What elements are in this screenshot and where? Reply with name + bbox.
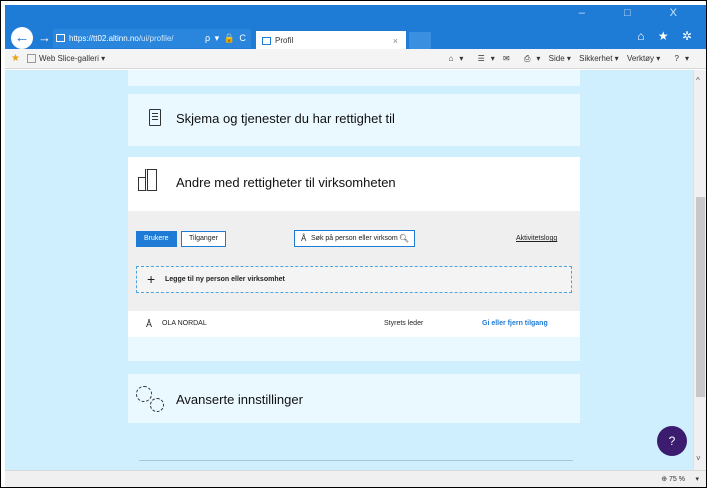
side-menu[interactable]: Side ▾	[549, 54, 571, 63]
verktoy-menu[interactable]: Verktøy ▾	[627, 54, 660, 63]
home-icon: ⌂	[448, 54, 454, 63]
site-favicon-icon	[56, 34, 65, 42]
tab-title: Profil	[275, 36, 294, 45]
url-path: /ui/profile/	[138, 34, 174, 43]
print-menu[interactable]: ⎙ ▾	[518, 54, 540, 63]
home-favorites-settings-icons[interactable]: ⌂ ★ ✲	[637, 29, 697, 43]
table-row: Å OLA NORDAL Styrets leder Gi eller fjer…	[128, 313, 580, 335]
help-menu[interactable]: ? ▾	[669, 54, 689, 63]
forward-button[interactable]: →	[38, 27, 51, 49]
document-icon	[149, 109, 161, 126]
address-tools[interactable]: ρ ▾ 🔒 C	[205, 29, 247, 48]
gears-icon	[136, 386, 166, 414]
divider	[139, 460, 573, 461]
search-placeholder: Søk på person eller virksom	[311, 235, 398, 242]
rights-panel: Brukere Tilganger Å Søk på person eller …	[128, 211, 580, 311]
feed-icon: ☰	[477, 54, 485, 63]
mail-icon[interactable]: ✉	[503, 54, 510, 63]
section-title-avansert: Avanserte innstillinger	[176, 392, 303, 407]
feed-menu[interactable]: ☰ ▾	[472, 54, 495, 63]
section-avansert[interactable]: Avanserte innstillinger	[128, 374, 580, 423]
home-menu[interactable]: ⌂ ▾	[443, 54, 464, 63]
command-bar-menu: ⌂ ▾ ☰ ▾ ✉ ⎙ ▾ Side ▾ Sikkerhet ▾ Verktøy ▾ …	[437, 49, 689, 69]
aktivitetslogg-link[interactable]: Aktivitetslogg	[516, 235, 557, 242]
zoom-level[interactable]: ⊕ 75 %	[661, 471, 685, 487]
add-person-label: Legge til ny person eller virksomhet	[165, 276, 285, 283]
feed-dropdown: ▾	[490, 54, 495, 63]
help-button[interactable]: ?	[657, 426, 687, 456]
help-circle-icon: ?	[674, 54, 679, 63]
section-andre: Andre med rettigheter til virksomheten B…	[128, 157, 580, 361]
gi-fjern-tilgang-link[interactable]: Gi eller fjern tilgang	[482, 313, 548, 335]
brukere-button[interactable]: Brukere	[136, 231, 177, 247]
url-host: https://tt02.altinn.no	[69, 34, 139, 43]
star-icon[interactable]: ★	[11, 49, 20, 69]
zoom-dropdown-icon[interactable]: ▾	[695, 471, 699, 487]
section-skjema[interactable]: Skjema og tjenester du har rettighet til	[128, 94, 580, 146]
tab-profil[interactable]: Profil ×	[256, 31, 406, 51]
building-icon	[138, 169, 162, 191]
title-bar: ← → https://tt02.altinn.no/ui/profile/ ρ…	[5, 5, 706, 51]
web-slice-label: Web Slice-galleri ▾	[39, 54, 106, 63]
section-title-skjema: Skjema og tjenester du har rettighet til	[176, 111, 395, 126]
search-input[interactable]: Å Søk på person eller virksom 🔍︎	[294, 230, 415, 247]
web-slice-icon	[27, 54, 36, 64]
scroll-up-icon[interactable]: ^	[696, 76, 700, 85]
command-bar: ★ Web Slice-galleri ▾ ⌂ ▾ ☰ ▾ ✉ ⎙ ▾ Side ▾ …	[5, 49, 706, 69]
home-dropdown: ▾	[459, 54, 464, 63]
tab-close-icon[interactable]: ×	[393, 31, 398, 51]
page-content: Skjema og tjenester du har rettighet til…	[5, 70, 693, 470]
vertical-scrollbar[interactable]: ^ ˅	[693, 70, 706, 470]
list-footer	[128, 337, 580, 361]
add-person-button[interactable]: + Legge til ny person eller virksomhet	[136, 266, 572, 293]
back-button[interactable]: ←	[11, 27, 33, 49]
user-name: OLA NORDAL	[162, 320, 207, 327]
sikkerhet-menu[interactable]: Sikkerhet ▾	[579, 54, 619, 63]
zoom-value: 75 %	[669, 476, 685, 483]
user-role: Styrets leder	[384, 320, 424, 327]
tab-favicon-icon	[262, 37, 271, 45]
web-slice-gallery[interactable]: Web Slice-galleri ▾	[27, 49, 105, 69]
search-icon[interactable]: 🔍︎	[399, 231, 409, 246]
scroll-down-icon[interactable]: ˅	[696, 454, 701, 463]
section-title-andre: Andre med rettigheter til virksomheten	[176, 175, 396, 190]
person-icon: Å	[301, 234, 307, 243]
zoom-icon: ⊕	[661, 476, 668, 483]
person-icon: Å	[146, 319, 153, 329]
scrollbar-thumb[interactable]	[696, 197, 705, 397]
new-tab-button[interactable]	[409, 32, 431, 50]
tilganger-button[interactable]: Tilganger	[181, 231, 226, 247]
print-icon: ⎙	[523, 54, 531, 63]
previous-section	[128, 70, 580, 86]
help-dropdown: ▾	[684, 54, 689, 63]
print-dropdown: ▾	[536, 54, 541, 63]
status-bar: ⊕ 75 % ▾	[5, 470, 706, 487]
browser-window: ← → https://tt02.altinn.no/ui/profile/ ρ…	[0, 0, 707, 488]
window-controls[interactable]: – □ X	[579, 7, 695, 19]
plus-icon: +	[147, 271, 156, 287]
